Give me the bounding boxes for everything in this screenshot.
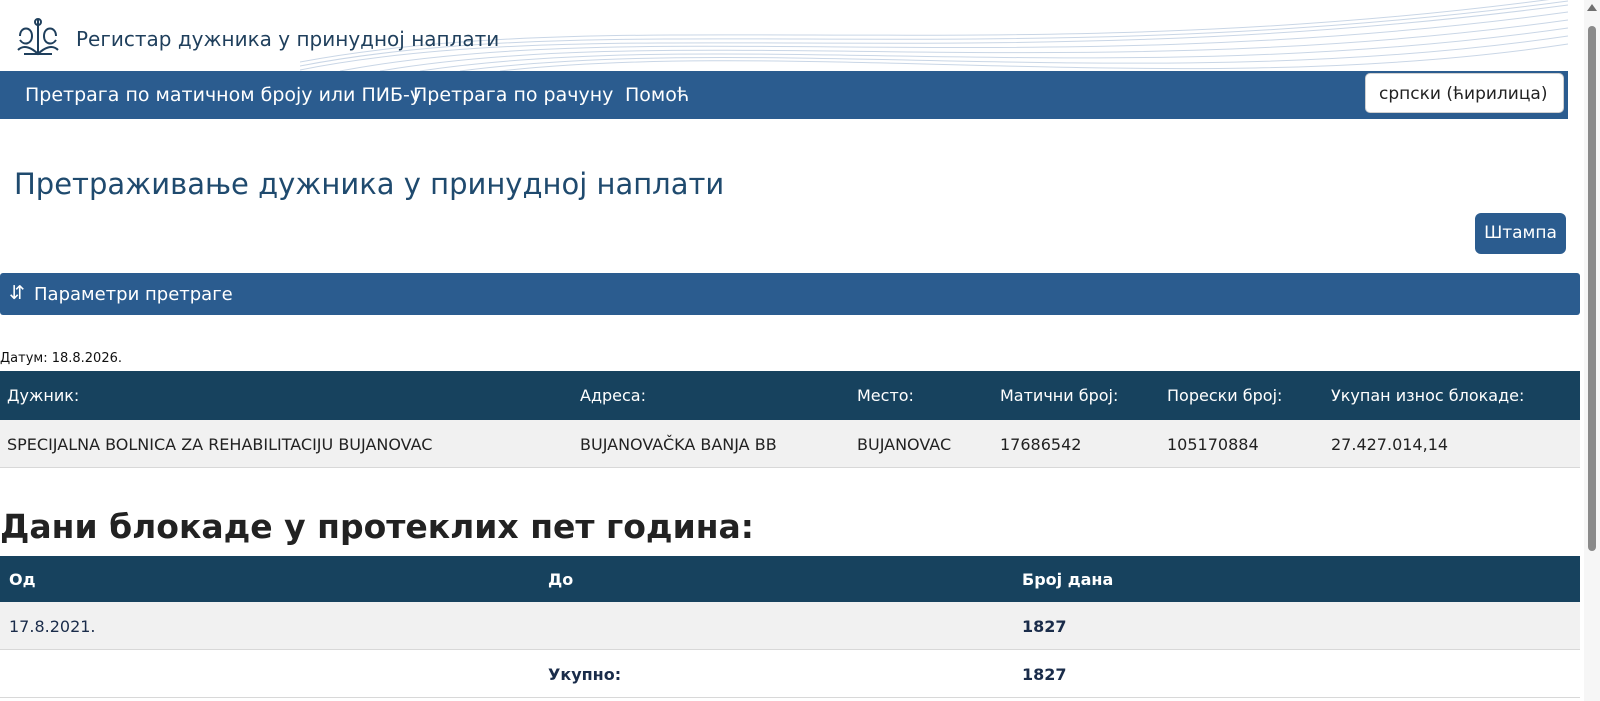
column-header-debtor: Дужник:	[7, 386, 80, 405]
column-header-registration-number: Матични број:	[1000, 386, 1119, 405]
print-button[interactable]: Штампа	[1475, 213, 1566, 254]
nav-help[interactable]: Помоћ	[625, 84, 689, 106]
table-row: 17.8.2021. 1827	[0, 602, 1580, 650]
column-header-tax-number: Порески број:	[1167, 386, 1283, 405]
column-header-total-blocked: Укупан износ блокаде:	[1331, 386, 1525, 405]
column-header-from: Од	[9, 570, 36, 589]
total-label: Укупно:	[548, 665, 622, 684]
date-line: Датум: 18.8.2026.	[0, 351, 123, 366]
scrollbar-thumb[interactable]	[1588, 26, 1596, 551]
nav-search-by-account[interactable]: Претрага по рачуну	[413, 84, 613, 106]
language-select-value: српски (ћирилица)	[1379, 84, 1548, 104]
block-days-count: 1827	[1022, 617, 1067, 636]
debtor-place: BUJANOVAC	[857, 435, 952, 454]
app-title[interactable]: Регистар дужника у принудној наплати	[76, 27, 499, 51]
registration-number-link[interactable]: 17686542	[1000, 435, 1081, 454]
block-days-title: Дани блокаде у протеклих пет година:	[0, 507, 754, 546]
block-days-total-row: Укупно: 1827	[0, 650, 1580, 698]
app-header: Регистар дужника у принудној наплати	[0, 0, 1568, 71]
search-parameters-toggle[interactable]: ⇵ Параметри претраге	[0, 273, 1580, 315]
block-from-date: 17.8.2021.	[9, 617, 96, 636]
debtor-table-header: Дужник: Адреса: Место: Матични број: Пор…	[0, 371, 1580, 420]
block-days-table-header: Од До Број дана	[0, 556, 1580, 602]
table-row: SPECIJALNA BOLNICA ZA REHABILITACIJU BUJ…	[0, 420, 1580, 468]
nav-search-by-id[interactable]: Претрага по матичном броју или ПИБ-у	[25, 84, 421, 106]
column-header-days: Број дана	[1022, 570, 1114, 589]
debtor-tax-number: 105170884	[1167, 435, 1259, 454]
main-navbar: Претрага по матичном броју или ПИБ-у Пре…	[0, 71, 1568, 119]
debtor-name: SPECIJALNA BOLNICA ZA REHABILITACIJU BUJ…	[7, 435, 433, 454]
language-select[interactable]: српски (ћирилица)	[1365, 73, 1564, 113]
total-days: 1827	[1022, 665, 1067, 684]
column-header-address: Адреса:	[580, 386, 646, 405]
debtor-total-blocked: 27.427.014,14	[1331, 435, 1449, 454]
column-header-place: Место:	[857, 386, 914, 405]
emblem-logo-icon[interactable]	[14, 16, 62, 58]
column-header-to: До	[548, 570, 574, 589]
sort-arrows-icon: ⇵	[9, 282, 25, 304]
scroll-up-arrow-icon[interactable]	[1587, 4, 1597, 11]
page-title: Претраживање дужника у принудној наплати	[14, 167, 725, 201]
debtor-address: BUJANOVAČKA BANJA BB	[580, 435, 777, 454]
search-parameters-label: Параметри претраге	[34, 284, 233, 305]
